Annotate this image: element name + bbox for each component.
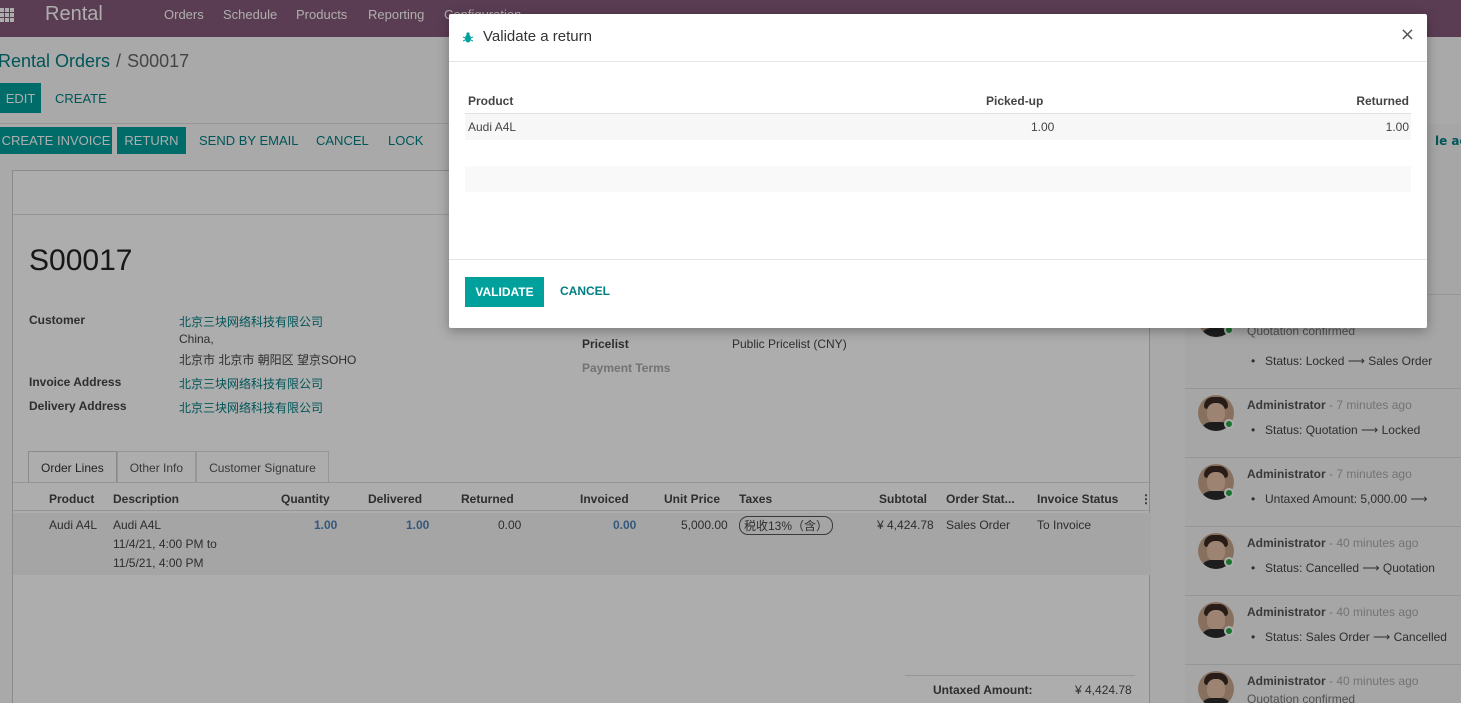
modal-footer: VALIDATE CANCEL — [449, 259, 1427, 328]
validate-return-dialog: Validate a return × Product Picked-up Re… — [449, 14, 1427, 328]
col-product[interactable]: Product — [468, 94, 513, 108]
validate-button[interactable]: VALIDATE — [465, 277, 544, 307]
modal-header: Validate a return × — [449, 14, 1427, 62]
modal-title: Validate a return — [483, 28, 592, 45]
cancel-button[interactable]: CANCEL — [560, 284, 610, 298]
bug-icon — [463, 32, 473, 43]
empty-row — [465, 166, 1411, 192]
table-row[interactable]: Audi A4L 1.00 1.00 — [465, 114, 1411, 140]
col-picked-up[interactable]: Picked-up — [986, 94, 1043, 108]
return-lines-table: Product Picked-up Returned Audi A4L 1.00… — [465, 88, 1411, 192]
row-picked-up[interactable]: 1.00 — [1031, 120, 1054, 134]
row-returned[interactable]: 1.00 — [1386, 120, 1409, 134]
close-icon[interactable]: × — [1400, 24, 1415, 45]
return-lines-header: Product Picked-up Returned — [465, 88, 1411, 114]
row-product: Audi A4L — [468, 120, 517, 134]
col-returned[interactable]: Returned — [1356, 94, 1409, 108]
